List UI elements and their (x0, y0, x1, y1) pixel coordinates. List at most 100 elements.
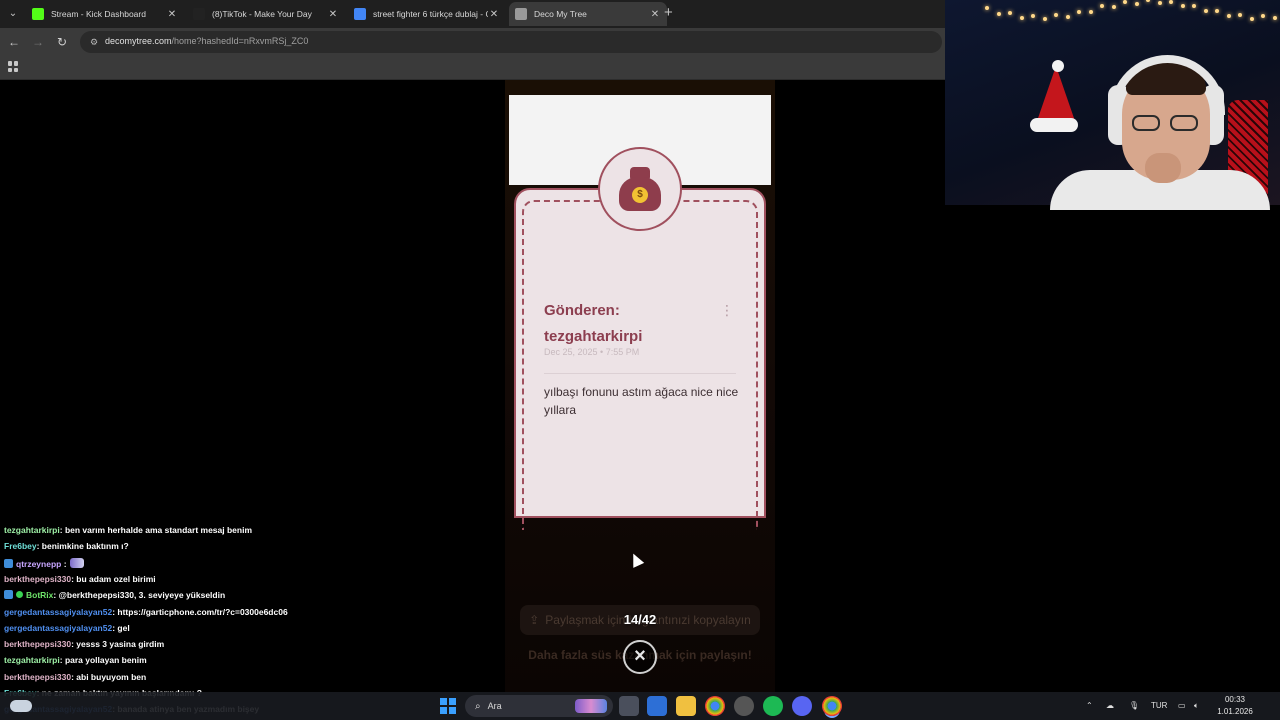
chat-message: gergedantassagiyalayan52: https://gartic… (4, 607, 288, 621)
volume-icon[interactable]: 🔈︎ (1194, 692, 1199, 720)
chat-text: : benimkine baktınm ı? (36, 541, 129, 552)
light-bulb (1042, 16, 1047, 21)
system-clock[interactable]: 00:33 1.01.2026 (1212, 694, 1258, 718)
chat-message: berkthepepsi330: yesss 3 yasina girdim (4, 639, 164, 653)
chat-username[interactable]: berkthepepsi330 (4, 574, 71, 584)
message-text: yılbaşı fonunu astım ağaca nice nice yıl… (544, 385, 739, 417)
chat-text: : gel (112, 622, 130, 633)
tab-0[interactable]: Stream - Kick Dashboard ✕ (26, 2, 184, 26)
chat-username[interactable]: gergedantassagiyalayan52 (4, 623, 112, 633)
light-bulb (1077, 9, 1081, 14)
money-bag-icon: $ (619, 167, 661, 211)
more-options-icon[interactable]: ⋮ (720, 300, 734, 320)
apps-grid-icon[interactable] (8, 61, 19, 72)
spotify-icon[interactable] (763, 696, 783, 716)
task-view-icon[interactable] (619, 696, 639, 716)
streamer (1050, 55, 1270, 210)
screen: ⌄ Stream - Kick Dashboard ✕ (8)TikTok - Ma… (0, 0, 1280, 720)
tab-favicon-icon (32, 8, 44, 20)
chat-text: : para yollayan benim (59, 655, 147, 666)
tab-close-icon[interactable]: ✕ (166, 9, 178, 20)
verified-dot-icon (16, 591, 23, 599)
windows-start-icon[interactable] (440, 698, 456, 714)
language-indicator[interactable]: TUR (1151, 692, 1167, 720)
clock-date: 1.01.2026 (1217, 707, 1253, 716)
light-bulb (1111, 4, 1116, 9)
tab-close-icon[interactable]: ✕ (649, 9, 661, 20)
chat-username[interactable]: gergedantassagiyalayan52 (4, 607, 112, 617)
network-tray-icon[interactable]: ☁ (1106, 692, 1114, 720)
chat-text: : yesss 3 yasina girdim (71, 639, 165, 650)
clock-time: 00:33 (1224, 695, 1246, 704)
light-bulb (1180, 4, 1185, 9)
display-icon[interactable]: ▭ (1178, 692, 1186, 720)
light-bulb (1054, 13, 1058, 18)
url-text[interactable]: decomytree.com/home?hashedId=nRxvmRSj_ZC… (105, 36, 308, 46)
card-dashed-border (522, 200, 758, 530)
tab-close-icon[interactable]: ✕ (488, 9, 500, 20)
close-icon[interactable]: × (623, 640, 657, 674)
tab-title: (8)TikTok - Make Your Day (212, 9, 312, 19)
message-date: Dec 25, 2025 • 7:55 PM (544, 347, 640, 357)
chat-username[interactable]: berkthepepsi330 (4, 639, 71, 649)
back-arrow-icon[interactable]: ← (6, 34, 22, 50)
share-icon: ⇪ (529, 613, 540, 627)
santa-hat-icon (1030, 60, 1078, 132)
microphone-icon[interactable]: 🎙︎ (1129, 692, 1139, 720)
tab-favicon-icon (515, 8, 527, 20)
new-tab-button[interactable]: + (664, 5, 673, 21)
recorder-icon[interactable] (734, 696, 754, 716)
light-bulb (1261, 13, 1265, 18)
url-path: /home?hashedId=nRxvmRSj_ZC0 (171, 36, 309, 46)
light-bulb (1031, 13, 1035, 18)
chrome-icon[interactable] (705, 696, 725, 716)
light-bulb (985, 6, 989, 10)
site-info-icon[interactable]: ⚙ (88, 36, 100, 48)
light-bulb (1249, 16, 1254, 21)
chat-message: qtrzeynepp : (4, 557, 84, 572)
search-highlight-art (575, 699, 607, 713)
chat-username[interactable]: BotRix (26, 590, 53, 600)
light-bulb (1157, 1, 1162, 6)
light-bulb (1203, 9, 1208, 14)
tray-chevron-icon[interactable]: ⌃ (1086, 692, 1093, 720)
store-icon[interactable] (647, 696, 667, 716)
tab-2[interactable]: street fighter 6 türkçe dublaj - G ✕ (348, 2, 506, 26)
tab-3[interactable]: Deco My Tree ✕ (509, 2, 667, 26)
file-explorer-icon[interactable] (676, 696, 696, 716)
chat-username[interactable]: berkthepepsi330 (4, 672, 71, 682)
taskbar-search[interactable]: ⌕ Ara (465, 695, 613, 717)
light-bulb (996, 11, 1001, 16)
chat-username[interactable]: qtrzeynepp (16, 559, 61, 569)
chat-text: : @berkthepepsi330, 3. seviyeye yükseldi… (53, 590, 226, 601)
chat-text: : https://garticphone.com/tr/?c=0300e6dc… (112, 606, 288, 617)
chat-badge-icon (4, 558, 13, 568)
tab-title: Deco My Tree (534, 9, 587, 19)
tab-title: Stream - Kick Dashboard (51, 9, 146, 19)
chat-message: tezgahtarkirpi: ben varım herhalde ama s… (4, 525, 252, 539)
reload-icon[interactable]: ↻ (54, 34, 70, 50)
chat-username[interactable]: tezgahtarkirpi (4, 655, 60, 665)
chat-username[interactable]: tezgahtarkirpi (4, 525, 60, 535)
light-bulb (1192, 3, 1196, 8)
chat-message: gergedantassagiyalayan52: gel (4, 623, 130, 637)
discord-icon[interactable] (792, 696, 812, 716)
weather-icon[interactable] (10, 700, 32, 712)
chat-username[interactable]: Fre6bey (4, 541, 37, 551)
tab-close-icon[interactable]: ✕ (327, 9, 339, 20)
chat-text: : abi buyuyom ben (71, 671, 147, 682)
stream-chat: tezgahtarkirpi: ben varım herhalde ama s… (0, 516, 420, 720)
chrome-active-icon[interactable] (822, 696, 842, 716)
chat-message: Fre6bey: benimkine baktınm ı? (4, 541, 129, 555)
tab-search-chevron-icon[interactable]: ⌄ (5, 6, 21, 22)
chat-text: : ben varım herhalde ama standart mesaj … (59, 525, 253, 535)
sender-name: tezgahtarkirpi (544, 328, 643, 345)
address-bar[interactable]: ⚙ decomytree.com/home?hashedId=nRxvmRSj_… (80, 31, 942, 53)
tab-1[interactable]: (8)TikTok - Make Your Day ✕ (187, 2, 345, 26)
forward-arrow-icon[interactable]: → (30, 34, 46, 50)
card-badge: $ (598, 147, 682, 231)
tab-favicon-icon (193, 8, 205, 20)
browser-tab-bar: ⌄ Stream - Kick Dashboard ✕ (8)TikTok - Ma… (0, 0, 945, 28)
chat-message: tezgahtarkirpi: para yollayan benim (4, 655, 147, 669)
light-bulb (1100, 4, 1104, 9)
